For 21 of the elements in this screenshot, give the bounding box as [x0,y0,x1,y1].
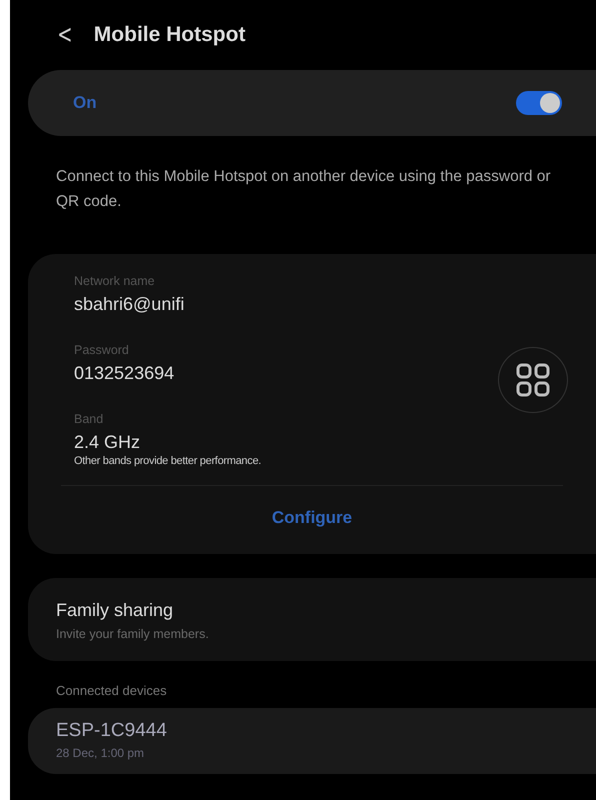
switch-label: On [73,93,97,113]
field-value: 0132523694 [74,363,176,384]
family-sharing-item[interactable]: Family sharing Invite your family members. [28,578,596,661]
field-note: Other bands provide better performance. [74,455,262,467]
device-time: 28 Dec, 1:00 pm [56,746,146,760]
section-heading: Connected devices [56,683,168,698]
item-title: Family sharing [56,600,174,621]
item-subtitle: Invite your family members. [56,627,210,641]
device-item[interactable]: ESP-1C9444 28 Dec, 1:00 pm [28,708,596,774]
description-text: Connect to this Mobile Hotspot on another device using the password or QR code. [56,167,552,212]
field-value: sbahri6@unifi [74,294,186,315]
back-button[interactable]: < [57,20,73,50]
toggle-switch[interactable] [516,91,562,115]
qr-code-button[interactable] [498,346,568,412]
qr-code-icon [515,362,551,398]
field-label: Network name [74,274,156,288]
field-label: Band [74,412,104,426]
field-value: 2.4 GHz [74,432,142,453]
page-title: Mobile Hotspot [94,23,246,47]
device-name: ESP-1C9444 [56,720,168,742]
field-label: Password [74,343,130,357]
